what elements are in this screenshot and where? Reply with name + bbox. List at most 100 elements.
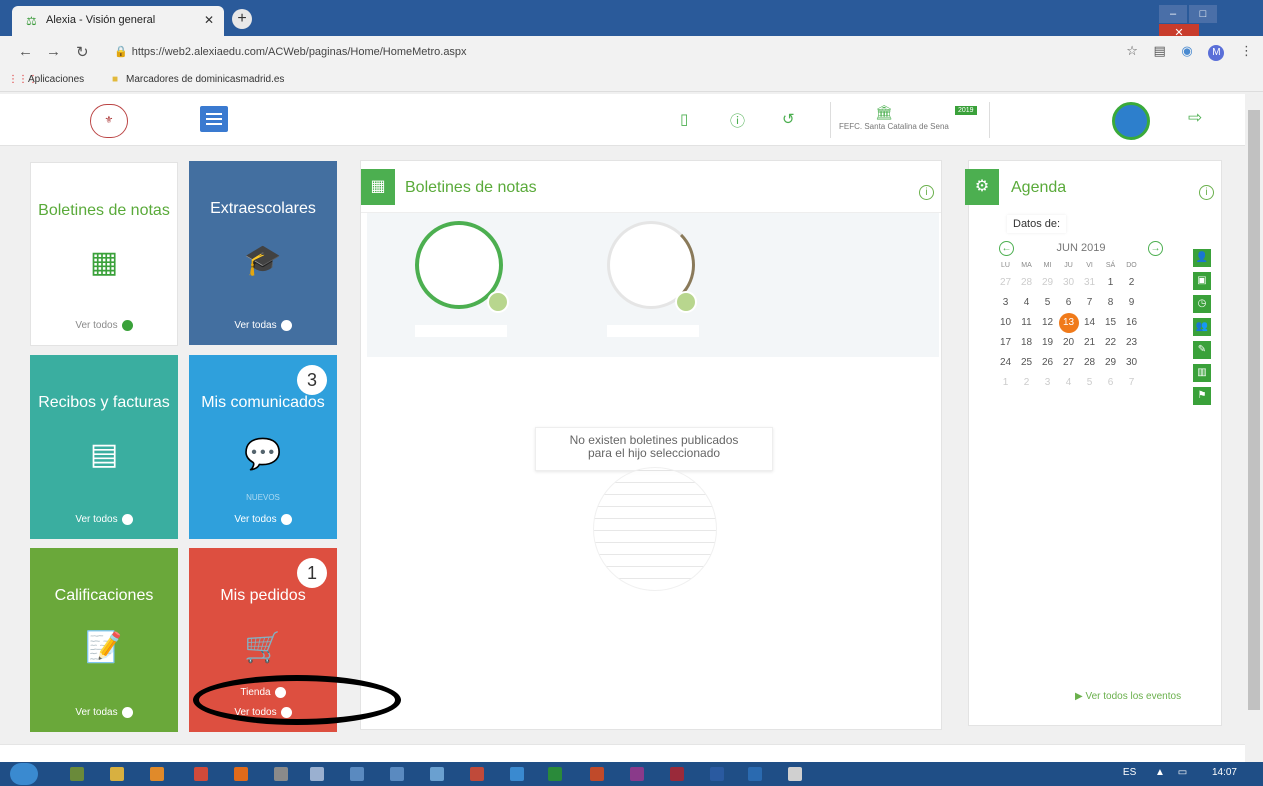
- forward-icon[interactable]: →: [46, 43, 61, 60]
- calendar-day[interactable]: 29: [1037, 273, 1058, 293]
- calendar-day[interactable]: 3: [995, 293, 1016, 313]
- tile-link[interactable]: Ver todos: [30, 513, 178, 525]
- calendar-day[interactable]: 10: [995, 313, 1016, 333]
- tile-comunicados[interactable]: 3 Mis comunicados 💬 NUEVOS Ver todos: [189, 355, 337, 539]
- clock[interactable]: 14:07: [1212, 767, 1237, 778]
- calendar-day[interactable]: 29: [1100, 353, 1121, 373]
- calendar-day[interactable]: 7: [1079, 293, 1100, 313]
- page-scrollbar[interactable]: [1245, 94, 1263, 756]
- taskbar-app-icon[interactable]: [110, 767, 124, 781]
- reload-icon[interactable]: ↻: [76, 43, 89, 61]
- maximize-button[interactable]: □: [1189, 5, 1217, 23]
- hamburger-menu-button[interactable]: [200, 106, 228, 132]
- profile-avatar[interactable]: M: [1208, 45, 1225, 61]
- view-all-events-link[interactable]: ▶ Ver todos los eventos: [1075, 691, 1181, 702]
- calendar-day[interactable]: 25: [1016, 353, 1037, 373]
- new-tab-button[interactable]: +: [232, 9, 252, 29]
- calendar-day[interactable]: 21: [1079, 333, 1100, 353]
- calendar-day[interactable]: 30: [1121, 353, 1142, 373]
- calendar-day[interactable]: 7: [1121, 373, 1142, 393]
- scrollbar-thumb[interactable]: [1248, 110, 1260, 710]
- info-icon[interactable]: i: [1199, 185, 1214, 200]
- taskbar-app-icon[interactable]: [510, 767, 524, 781]
- extension-icon[interactable]: ▤: [1153, 43, 1165, 58]
- calendar-day[interactable]: 19: [1037, 333, 1058, 353]
- bookmark-dominicas[interactable]: Marcadores de dominicasmadrid.es: [126, 74, 284, 85]
- browser-tab[interactable]: ⚖ Alexia - Visión general ✕: [12, 6, 224, 36]
- calendar-day[interactable]: 14: [1079, 313, 1100, 333]
- person-filter-icon[interactable]: 👤: [1193, 249, 1211, 267]
- powerpoint-icon[interactable]: [590, 767, 604, 781]
- taskbar-app-icon[interactable]: [350, 767, 364, 781]
- taskbar-app-icon[interactable]: [150, 767, 164, 781]
- calendar-day[interactable]: 2: [1016, 373, 1037, 393]
- next-month-icon[interactable]: →: [1148, 241, 1163, 256]
- calendar-day[interactable]: 5: [1079, 373, 1100, 393]
- calendar-day[interactable]: 1: [1100, 273, 1121, 293]
- taskbar-app-icon[interactable]: [194, 767, 208, 781]
- close-tab-icon[interactable]: ✕: [204, 13, 214, 27]
- calendar-day[interactable]: 28: [1079, 353, 1100, 373]
- tile-recibos[interactable]: Recibos y facturas ▤ Ver todos: [30, 355, 178, 539]
- chrome-icon[interactable]: [788, 767, 802, 781]
- word-icon[interactable]: [710, 767, 724, 781]
- url-field[interactable]: 🔒 https://web2.alexiaedu.com/ACWeb/pagina…: [114, 45, 467, 58]
- taskbar-app-icon[interactable]: [470, 767, 484, 781]
- minimize-button[interactable]: –: [1159, 5, 1187, 23]
- logout-icon[interactable]: ⇨: [1188, 108, 1202, 128]
- calendar-day[interactable]: 28: [1016, 273, 1037, 293]
- star-icon[interactable]: ☆: [1126, 43, 1138, 58]
- user-avatar-icon[interactable]: [1112, 102, 1150, 140]
- calendar-day-today[interactable]: 13: [1058, 313, 1079, 333]
- tile-calificaciones[interactable]: Calificaciones 📝 Ver todas: [30, 548, 178, 732]
- help-icon[interactable]: ⓘ: [730, 110, 745, 131]
- school-logo[interactable]: ⚜: [90, 104, 128, 138]
- calendar-day[interactable]: 2: [1121, 273, 1142, 293]
- calendar-day[interactable]: 18: [1016, 333, 1037, 353]
- calendar-day[interactable]: 30: [1058, 273, 1079, 293]
- tile-link[interactable]: Ver todas: [30, 706, 178, 718]
- calendar-day[interactable]: 16: [1121, 313, 1142, 333]
- group-filter-icon[interactable]: 👥: [1193, 318, 1211, 336]
- info-icon[interactable]: i: [919, 185, 934, 200]
- excel-icon[interactable]: [548, 767, 562, 781]
- chrome-extension-icon[interactable]: ◉: [1181, 43, 1192, 58]
- calendar-day[interactable]: 9: [1121, 293, 1142, 313]
- calendar-day[interactable]: 20: [1058, 333, 1079, 353]
- back-icon[interactable]: ←: [18, 43, 33, 60]
- calendar-day[interactable]: 22: [1100, 333, 1121, 353]
- calendar-day[interactable]: 6: [1058, 293, 1079, 313]
- bookmark-apps[interactable]: Aplicaciones: [28, 74, 84, 85]
- taskbar-app-icon[interactable]: [430, 767, 444, 781]
- calendar-day[interactable]: 6: [1100, 373, 1121, 393]
- tray-arrow-icon[interactable]: ▲: [1155, 767, 1165, 778]
- taskbar-app-icon[interactable]: [274, 767, 288, 781]
- tile-extraescolares[interactable]: Extraescolares 🎓 Ver todas: [189, 161, 337, 345]
- history-icon[interactable]: ↺: [782, 110, 795, 128]
- calendar-filter-icon[interactable]: ▣: [1193, 272, 1211, 290]
- outlook-icon[interactable]: [748, 767, 762, 781]
- calendar-day[interactable]: 5: [1037, 293, 1058, 313]
- network-icon[interactable]: ▭: [1178, 767, 1187, 778]
- taskbar-app-icon[interactable]: [390, 767, 404, 781]
- calendar-day[interactable]: 31: [1079, 273, 1100, 293]
- calendar-day[interactable]: 27: [995, 273, 1016, 293]
- calendar-day[interactable]: 12: [1037, 313, 1058, 333]
- calendar-day[interactable]: 23: [1121, 333, 1142, 353]
- language-indicator[interactable]: ES: [1123, 767, 1136, 778]
- taskbar-app-icon[interactable]: [234, 767, 248, 781]
- tile-link[interactable]: Ver todas: [189, 319, 337, 331]
- mobile-icon[interactable]: ▯: [680, 110, 688, 128]
- taskbar-app-icon[interactable]: [310, 767, 324, 781]
- calendar-day[interactable]: 8: [1100, 293, 1121, 313]
- flag-filter-icon[interactable]: ⚑: [1193, 387, 1211, 405]
- prev-month-icon[interactable]: ←: [999, 241, 1014, 256]
- tile-link[interactable]: Ver todos: [31, 319, 177, 331]
- user-selector[interactable]: [1000, 98, 1170, 142]
- pencil-filter-icon[interactable]: ✎: [1193, 341, 1211, 359]
- start-button[interactable]: [10, 763, 38, 785]
- calendar-day[interactable]: 11: [1016, 313, 1037, 333]
- clock-filter-icon[interactable]: ◷: [1193, 295, 1211, 313]
- calendar-day[interactable]: 17: [995, 333, 1016, 353]
- chart-filter-icon[interactable]: ▥: [1193, 364, 1211, 382]
